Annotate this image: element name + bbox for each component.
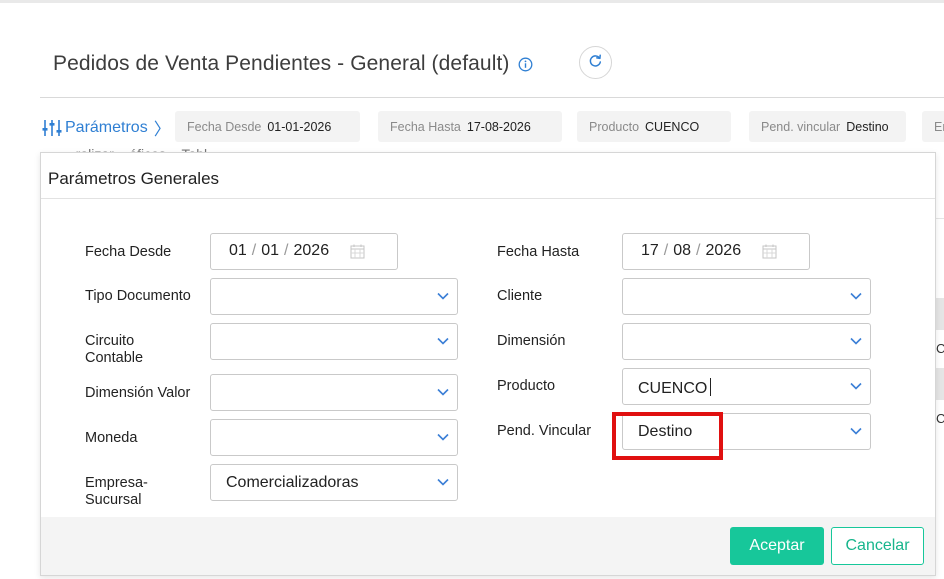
fecha-desde-month[interactable]: 01	[261, 242, 279, 260]
sliders-icon	[42, 119, 62, 137]
dimension-valor-label: Dimensión Valor	[85, 385, 191, 401]
chevron-down-icon	[850, 382, 862, 390]
cliente-select[interactable]	[622, 278, 871, 315]
fecha-hasta-day[interactable]: 17	[641, 242, 659, 260]
chip-producto[interactable]: Producto CUENCO	[577, 111, 731, 142]
empresa-sucursal-label: Empresa- Sucursal	[85, 475, 148, 508]
moneda-label: Moneda	[85, 430, 138, 446]
chip-fecha-desde[interactable]: Fecha Desde 01-01-2026	[175, 111, 360, 142]
parameters-toggle[interactable]: Parámetros 〉	[42, 115, 171, 140]
fecha-desde-date-input[interactable]: 01 / 01 / 2026	[210, 233, 398, 270]
pend-vincular-label: Pend. Vincular	[497, 423, 592, 439]
background-row	[936, 298, 944, 330]
circuito-contable-select[interactable]	[210, 323, 458, 360]
fecha-hasta-month[interactable]: 08	[673, 242, 691, 260]
chevron-down-icon	[850, 292, 862, 300]
pend-vincular-select[interactable]: Destino	[622, 413, 871, 450]
top-border	[0, 0, 944, 3]
tipo-documento-label: Tipo Documento	[85, 288, 191, 304]
info-icon[interactable]	[518, 57, 533, 72]
dimension-select[interactable]	[622, 323, 871, 360]
parameters-dialog: Parámetros Generales Fecha Desde 01 / 01…	[40, 152, 936, 576]
fecha-desde-day[interactable]: 01	[229, 242, 247, 260]
chevron-down-icon	[850, 337, 862, 345]
refresh-icon	[588, 53, 603, 73]
background-row	[936, 368, 944, 400]
chevron-down-icon	[437, 337, 449, 345]
dialog-header-divider	[41, 198, 935, 199]
parameters-bar: Parámetros 〉 Fecha Desde 01-01-2026 Fech…	[42, 111, 944, 143]
chevron-down-icon	[437, 388, 449, 396]
empresa-sucursal-select[interactable]: Comercializadoras	[210, 464, 458, 501]
chip-pend-vincular[interactable]: Pend. vincular Destino	[749, 111, 906, 142]
chip-fecha-hasta[interactable]: Fecha Hasta 17-08-2026	[378, 111, 562, 142]
dimension-label: Dimensión	[497, 333, 566, 349]
background-cell: C	[936, 411, 944, 426]
chevron-down-icon	[850, 427, 862, 435]
fecha-hasta-year[interactable]: 2026	[706, 242, 742, 260]
refresh-button[interactable]	[579, 46, 612, 79]
parameters-label: Parámetros	[65, 118, 148, 136]
chip-empresa[interactable]: Em	[922, 111, 944, 142]
chevron-down-icon	[437, 433, 449, 441]
cliente-label: Cliente	[497, 288, 543, 304]
dialog-title: Parámetros Generales	[48, 169, 220, 188]
fecha-hasta-label: Fecha Hasta	[497, 244, 580, 260]
producto-label: Producto	[497, 378, 556, 394]
background-cell: C	[936, 341, 944, 356]
moneda-select[interactable]	[210, 419, 458, 456]
tipo-documento-select[interactable]	[210, 278, 458, 315]
chevron-down-icon	[437, 292, 449, 300]
chevron-down-icon	[437, 478, 449, 486]
circuito-contable-label: Circuito Contable	[85, 333, 144, 366]
dialog-footer: Aceptar Cancelar	[41, 517, 935, 575]
header-divider	[40, 97, 944, 98]
page-title: Pedidos de Venta Pendientes - General (d…	[53, 52, 510, 75]
calendar-icon[interactable]	[350, 244, 365, 259]
dimension-valor-select[interactable]	[210, 374, 458, 411]
producto-select[interactable]: CUENCO	[622, 368, 871, 405]
background-line	[936, 218, 944, 219]
cancel-button[interactable]: Cancelar	[831, 527, 924, 565]
page-header: Pedidos de Venta Pendientes - General (d…	[53, 44, 533, 84]
fecha-desde-year[interactable]: 2026	[294, 242, 330, 260]
fecha-hasta-date-input[interactable]: 17 / 08 / 2026	[622, 233, 810, 270]
accept-button[interactable]: Aceptar	[730, 527, 824, 565]
chevron-right-icon: 〉	[153, 120, 171, 139]
fecha-desde-label: Fecha Desde	[85, 244, 172, 260]
calendar-icon[interactable]	[762, 244, 777, 259]
text-cursor	[710, 378, 712, 396]
